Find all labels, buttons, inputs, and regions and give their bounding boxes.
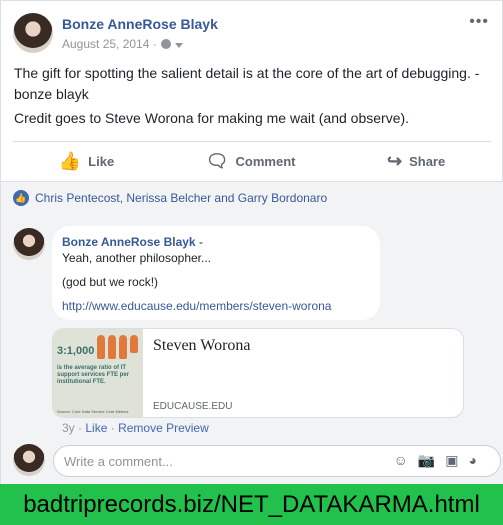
post-paragraph: Credit goes to Steve Worona for making m… <box>14 110 410 126</box>
comments-section: 👍 Chris Pentecost, Nerissa Belcher and G… <box>1 181 503 485</box>
thumbs-up-icon: 👍 <box>58 151 82 171</box>
gif-icon[interactable]: ▣ <box>445 452 458 469</box>
like-label: Like <box>88 154 115 169</box>
likers-row[interactable]: 👍 Chris Pentecost, Nerissa Belcher and G… <box>13 190 327 206</box>
globe-icon[interactable] <box>160 39 171 49</box>
commenter-avatar[interactable] <box>13 228 45 260</box>
chevron-down-icon[interactable] <box>174 42 183 48</box>
person-icon <box>97 335 105 359</box>
camera-icon[interactable]: 📷 <box>418 452 435 469</box>
emoji-icon[interactable]: ☺ <box>394 452 408 469</box>
link-preview[interactable]: 3:1,000 is the average ratio of IT suppo… <box>52 328 464 418</box>
preview-thumbnail: 3:1,000 is the average ratio of IT suppo… <box>53 329 143 417</box>
comment-icon: 🗨 <box>205 151 229 171</box>
comment-label: Comment <box>235 154 296 169</box>
person-icon <box>130 335 138 353</box>
post-body: The gift for spotting the salient detail… <box>14 63 484 132</box>
post-card: Bonze AnneRose Blayk August 25, 2014 · •… <box>0 0 503 485</box>
preview-title[interactable]: Steven Worona <box>153 337 251 355</box>
comment-like-link[interactable]: Like <box>85 421 107 435</box>
share-button[interactable]: ↪ Share <box>387 151 445 172</box>
like-button[interactable]: 👍 Like <box>59 151 114 172</box>
person-icon <box>108 335 116 359</box>
preview-stat: 3:1,000 <box>57 345 95 357</box>
comment-author[interactable]: Bonze AnneRose Blayk <box>62 235 196 249</box>
share-icon: ↪ <box>387 151 403 171</box>
person-icon <box>119 335 127 359</box>
post-paragraph: The gift for spotting the salient detail… <box>14 65 480 102</box>
comment-button[interactable]: 🗨 Comment <box>206 151 296 172</box>
comment-line: (god but we rock!) <box>62 275 159 289</box>
like-badge-icon: 👍 <box>13 190 29 206</box>
likers-text[interactable]: Chris Pentecost, Nerissa Belcher and Gar… <box>35 191 327 205</box>
comment-bubble: Bonze AnneRose Blayk - Yeah, another phi… <box>52 226 380 320</box>
comment-time[interactable]: 3y <box>62 421 75 435</box>
post-author[interactable]: Bonze AnneRose Blayk <box>62 16 218 32</box>
post-meta: August 25, 2014 · <box>62 37 183 51</box>
comment-placeholder: Write a comment... <box>64 453 173 469</box>
sticker-icon[interactable]: ◕ <box>469 452 477 469</box>
comment-link[interactable]: http://www.educause.edu/members/steven-w… <box>62 298 370 314</box>
post-header: Bonze AnneRose Blayk August 25, 2014 · •… <box>13 13 493 55</box>
post-date[interactable]: August 25, 2014 · <box>62 37 157 51</box>
comment-actions: 3y · Like · Remove Preview <box>62 421 209 435</box>
more-options-icon[interactable]: ••• <box>469 13 489 31</box>
preview-desc: is the average ratio of IT support servi… <box>57 365 130 385</box>
comment-line: Yeah, another philosopher... <box>62 251 212 265</box>
preview-source: Source: Core Data Service Core Metrics <box>57 409 129 414</box>
composer-icons: ☺ 📷 ▣ ◕ <box>394 452 477 469</box>
comment-dash: - <box>198 235 203 249</box>
composer-avatar <box>13 444 45 476</box>
share-label: Share <box>409 154 446 169</box>
comment-composer: Write a comment... ☺ 📷 ▣ ◕ <box>13 444 501 480</box>
author-avatar[interactable] <box>13 13 53 53</box>
remove-preview-link[interactable]: Remove Preview <box>118 421 209 435</box>
url-footer: badtriprecords.biz/NET_DATAKARMA.html <box>0 484 503 525</box>
preview-domain: EDUCAUSE.EDU <box>153 401 233 412</box>
post-actions: 👍 Like 🗨 Comment ↪ Share <box>13 141 491 177</box>
